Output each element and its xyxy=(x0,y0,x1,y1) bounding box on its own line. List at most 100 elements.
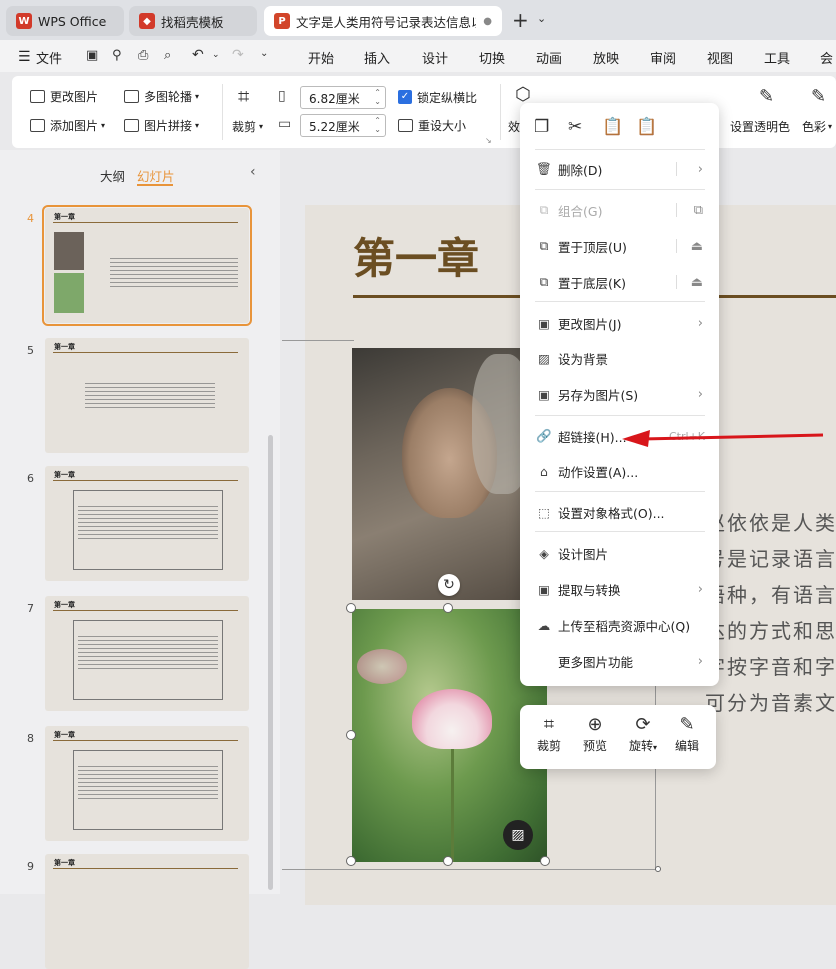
mini-preview-button[interactable]: ⊕ 预览 xyxy=(573,713,617,754)
stepper-icon[interactable]: ⌃ ⌄ xyxy=(374,88,381,106)
slide-title[interactable]: 第一章 xyxy=(353,225,479,286)
chevron-right-icon: › xyxy=(697,386,703,402)
resize-handle[interactable] xyxy=(443,856,453,866)
cut-icon[interactable]: ✂ xyxy=(568,117,582,137)
portrait-image[interactable] xyxy=(352,348,547,600)
menu-item-bring-to-front[interactable]: ⧉ 置于顶层(U) ⏏ xyxy=(520,231,719,261)
body-line: 赵依依是人类 xyxy=(705,511,836,535)
menu-home[interactable]: 开始 xyxy=(308,48,334,67)
resize-handle[interactable] xyxy=(346,856,356,866)
menu-review[interactable]: 审阅 xyxy=(650,48,676,67)
menu-item-send-to-back[interactable]: ⧉ 置于底层(K) ⏏ xyxy=(520,267,719,297)
width-input[interactable]: 5.22厘米 ⌃ ⌄ xyxy=(300,114,386,137)
reset-size-button[interactable]: 重设大小 xyxy=(398,117,466,134)
tab-slides[interactable]: 幻灯片 xyxy=(137,166,175,185)
slide-thumbnail[interactable]: 第一章 xyxy=(42,205,252,326)
menu-item-change-image[interactable]: ▣ 更改图片(J) › xyxy=(520,308,719,338)
color-button[interactable]: 色彩 ▾ xyxy=(802,118,832,135)
undo-icon[interactable]: ↶ xyxy=(192,47,204,63)
menu-item-more-image-functions[interactable]: 更多图片功能 › xyxy=(520,646,719,676)
tab-bar: W WPS Office ◆ 找稻壳模板 P 文字是人类用符号记录表达信息以 ●… xyxy=(0,0,836,40)
crop-icon[interactable]: ⌗ xyxy=(238,84,249,108)
menu-more[interactable]: 会 xyxy=(820,48,833,67)
slide-thumbnail[interactable]: 第一章 xyxy=(45,466,249,581)
menu-file[interactable]: 文件 xyxy=(36,48,62,67)
tab-wps-office[interactable]: W WPS Office xyxy=(6,6,124,36)
image-tools-icon[interactable]: ▨ xyxy=(503,820,533,850)
menu-item-set-background[interactable]: ▨ 设为背景 xyxy=(520,343,719,373)
stepper-icon[interactable]: ⌃ ⌄ xyxy=(374,116,381,134)
paste-icon[interactable]: 📋 xyxy=(602,117,623,137)
resize-handle[interactable] xyxy=(540,856,550,866)
crop-button[interactable]: 裁剪 ▾ xyxy=(232,118,263,135)
collapse-panel-icon[interactable]: ‹ xyxy=(250,164,256,180)
mini-crop-label: 裁剪 xyxy=(536,739,561,753)
tab-docer-templates[interactable]: ◆ 找稻壳模板 xyxy=(129,6,257,36)
thumb-rule xyxy=(53,352,238,353)
resize-handle[interactable] xyxy=(346,603,356,613)
dialog-launcher-icon[interactable]: ↘ xyxy=(485,136,492,145)
menu-tools[interactable]: 工具 xyxy=(764,48,790,67)
menu-design[interactable]: 设计 xyxy=(422,48,448,67)
image-stitch-button[interactable]: 图片拼接 ▾ xyxy=(124,117,199,134)
menu-animation[interactable]: 动画 xyxy=(536,48,562,67)
paste-text-icon[interactable]: 📋 xyxy=(636,117,657,137)
menu-item-extract-convert[interactable]: ▣ 提取与转换 › xyxy=(520,574,719,604)
redo-icon[interactable]: ↷ xyxy=(232,47,244,63)
menu-slideshow[interactable]: 放映 xyxy=(593,48,619,67)
resize-handle[interactable] xyxy=(346,730,356,740)
unsaved-dot-icon[interactable]: ● xyxy=(483,16,492,27)
mini-rotate-button[interactable]: ⟳ 旋转▾ xyxy=(619,713,667,754)
mini-edit-button[interactable]: ✎ 编辑 xyxy=(665,713,709,754)
chevron-right-icon[interactable]: › xyxy=(698,162,703,177)
tab-outline[interactable]: 大纲 xyxy=(100,166,125,185)
transparency-icon[interactable]: ✎ xyxy=(759,86,774,107)
change-image-button[interactable]: 更改图片 xyxy=(30,88,98,105)
slide-thumbnail[interactable]: 第一章 xyxy=(45,338,249,453)
slide-body-text[interactable]: 赵依依是人类 号是记录语言 语种，有语言 达的方式和思 字按字音和字 可分为音素… xyxy=(705,505,836,721)
hamburger-icon[interactable]: ☰ xyxy=(18,49,31,65)
menu-view[interactable]: 视图 xyxy=(707,48,733,67)
scrollbar[interactable] xyxy=(268,435,273,890)
lock-ratio-checkbox[interactable]: ✓ xyxy=(398,90,412,104)
tab-active-presentation[interactable]: P 文字是人类用符号记录表达信息以 ● xyxy=(264,6,502,36)
menu-item-design-image[interactable]: ◈ 设计图片 xyxy=(520,538,719,568)
menu-item-upload-docer[interactable]: ☁ 上传至稻壳资源中心(Q) xyxy=(520,610,719,640)
undo-dropdown-icon[interactable]: ⌄ xyxy=(212,50,220,60)
menu-transition[interactable]: 切换 xyxy=(479,48,505,67)
multi-carousel-button[interactable]: 多图轮播 ▾ xyxy=(124,88,199,105)
menu-insert[interactable]: 插入 xyxy=(364,48,390,67)
rotate-handle-icon[interactable]: ↻ xyxy=(438,574,460,596)
chevron-down-icon: ▾ xyxy=(101,121,106,130)
mini-crop-button[interactable]: ⌗ 裁剪 xyxy=(527,713,571,754)
effects-icon[interactable]: ⬡ xyxy=(515,84,531,105)
menu-item-save-as-image[interactable]: ▣ 另存为图片(S) › xyxy=(520,379,719,409)
slide-thumbnail[interactable]: 第一章 xyxy=(45,854,249,969)
resize-handle[interactable] xyxy=(655,866,661,872)
slide-thumbnail[interactable]: 第一章 xyxy=(45,726,249,841)
menu-item-group[interactable]: ⧉ 组合(G) ⧉ xyxy=(520,195,719,225)
color-icon[interactable]: ✎ xyxy=(811,86,826,107)
slide-thumbnail[interactable]: 第一章 xyxy=(45,596,249,711)
save-icon[interactable]: ▣ xyxy=(86,48,98,63)
menu-item-format-object[interactable]: ⬚ 设置对象格式(O)... xyxy=(520,497,719,527)
rotate-icon: ⟳ xyxy=(635,714,651,735)
share-icon[interactable]: ⚲ xyxy=(112,48,122,63)
set-transparent-button[interactable]: 设置透明色 xyxy=(730,118,790,135)
ungroup-icon[interactable]: ⧉ xyxy=(694,203,703,218)
menu-item-action-settings[interactable]: ⌂ 动作设置(A)... xyxy=(520,456,719,486)
print-icon[interactable]: ⎙ xyxy=(138,48,148,63)
menu-item-delete[interactable]: 🗑 删除(D) › xyxy=(520,154,719,184)
add-image-button[interactable]: 添加图片 ▾ xyxy=(30,117,105,134)
send-backward-icon[interactable]: ⏏ xyxy=(691,275,703,290)
new-tab-icon[interactable]: + xyxy=(512,8,529,32)
effects-label[interactable]: 效 xyxy=(508,118,520,135)
chevron-down-icon[interactable]: ⌄ xyxy=(537,12,546,25)
bring-forward-icon[interactable]: ⏏ xyxy=(691,239,703,254)
copy-icon[interactable]: ❐ xyxy=(534,117,549,137)
quick-access-dropdown-icon[interactable]: ⌄ xyxy=(260,48,268,59)
height-input[interactable]: 6.82厘米 ⌃ ⌄ xyxy=(300,86,386,109)
print-preview-icon[interactable]: ⌕ xyxy=(164,48,171,63)
tab-label: 找稻壳模板 xyxy=(161,14,224,30)
resize-handle[interactable] xyxy=(443,603,453,613)
